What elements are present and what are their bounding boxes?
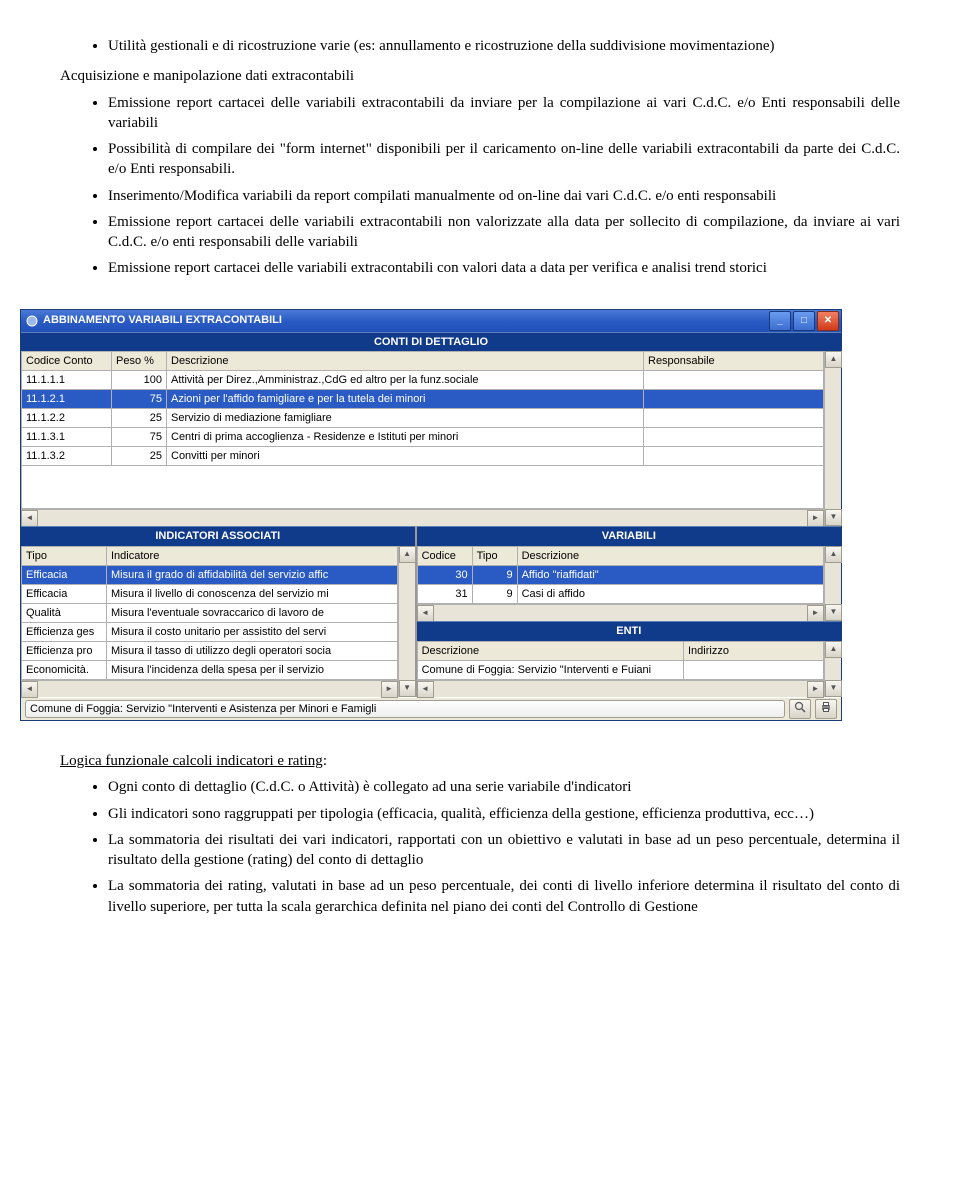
table-row[interactable]: Comune di Foggia: Servizio "Interventi e… <box>417 661 823 680</box>
h-scrollbar[interactable]: ◄ ► <box>21 680 398 697</box>
scroll-up-icon[interactable]: ▲ <box>825 641 842 658</box>
table-row[interactable]: 11.1.2.175Azioni per l'affido famigliare… <box>22 390 824 409</box>
bullet: Emissione report cartacei delle variabil… <box>108 93 900 134</box>
bullet: Emissione report cartacei delle variabil… <box>108 212 900 253</box>
table-header-row: Codice Conto Peso % Descrizione Responsa… <box>22 352 824 371</box>
scroll-left-icon[interactable]: ◄ <box>417 605 434 622</box>
table-row[interactable]: 11.1.1.1100Attività per Direz.,Amministr… <box>22 371 824 390</box>
scroll-left-icon[interactable]: ◄ <box>417 681 434 698</box>
table-row[interactable]: 11.1.3.175Centri di prima accoglienza - … <box>22 428 824 447</box>
col-desc[interactable]: Descrizione <box>167 352 644 371</box>
status-text: Comune di Foggia: Servizio "Interventi e… <box>25 700 785 718</box>
panel-header-variabili: VARIABILI <box>417 526 841 546</box>
col-peso[interactable]: Peso % <box>112 352 167 371</box>
panel-header-conti: CONTI DI DETTAGLIO <box>21 332 841 352</box>
lookup-button[interactable] <box>789 699 811 719</box>
table-row[interactable]: Efficienza gesMisura il costo unitario p… <box>22 623 398 642</box>
table-row[interactable]: 319Casi di affido <box>417 585 823 604</box>
app-icon <box>25 314 39 328</box>
bullet: Possibilità di compilare dei "form inter… <box>108 139 900 180</box>
close-button[interactable]: ✕ <box>817 311 839 331</box>
h-scrollbar[interactable]: ◄ ► <box>417 680 824 697</box>
bullets-top: Utilità gestionali e di ricostruzione va… <box>60 36 900 56</box>
col-resp[interactable]: Responsabile <box>644 352 824 371</box>
v-scrollbar[interactable]: ▲ ▼ <box>824 351 841 526</box>
panel-header-enti: ENTI <box>417 621 841 641</box>
bullet: Inserimento/Modifica variabili da report… <box>108 186 900 206</box>
col-codice[interactable]: Codice Conto <box>22 352 112 371</box>
bullet: Gli indicatori sono raggruppati per tipo… <box>108 804 900 824</box>
indicatori-table: TipoIndicatore EfficaciaMisura il grado … <box>21 546 398 680</box>
print-button[interactable] <box>815 699 837 719</box>
table-row[interactable]: 11.1.3.225Convitti per minori <box>22 447 824 466</box>
scroll-up-icon[interactable]: ▲ <box>825 546 842 563</box>
scroll-left-icon[interactable]: ◄ <box>21 510 38 527</box>
scroll-up-icon[interactable]: ▲ <box>825 351 842 368</box>
col-tipo[interactable]: Tipo <box>472 547 517 566</box>
bullets-section1: Emissione report cartacei delle variabil… <box>60 93 900 279</box>
maximize-button[interactable]: □ <box>793 311 815 331</box>
printer-icon <box>820 701 832 718</box>
table-row[interactable]: QualitàMisura l'eventuale sovraccarico d… <box>22 604 398 623</box>
col-codice[interactable]: Codice <box>417 547 472 566</box>
table-row[interactable]: Economicità.Misura l'incidenza della spe… <box>22 661 398 680</box>
window-titlebar[interactable]: ABBINAMENTO VARIABILI EXTRACONTABILI _ □… <box>21 310 841 332</box>
col-indirizzo[interactable]: Indirizzo <box>684 642 824 661</box>
app-window: ABBINAMENTO VARIABILI EXTRACONTABILI _ □… <box>20 309 842 722</box>
scroll-down-icon[interactable]: ▼ <box>825 509 842 526</box>
table-row[interactable]: EfficaciaMisura il grado di affidabilità… <box>22 566 398 585</box>
scroll-left-icon[interactable]: ◄ <box>21 681 38 698</box>
scroll-right-icon[interactable]: ► <box>807 605 824 622</box>
col-desc[interactable]: Descrizione <box>517 547 823 566</box>
table-row[interactable]: EfficaciaMisura il livello di conoscenza… <box>22 585 398 604</box>
table-row[interactable]: 309Affido "riaffidati" <box>417 566 823 585</box>
scroll-down-icon[interactable]: ▼ <box>825 604 842 621</box>
v-scrollbar[interactable]: ▲ ▼ <box>824 546 841 621</box>
col-tipo[interactable]: Tipo <box>22 547 107 566</box>
v-scrollbar[interactable]: ▲ ▼ <box>824 641 841 697</box>
scroll-down-icon[interactable]: ▼ <box>825 680 842 697</box>
section2-title: Logica funzionale calcoli indicatori e r… <box>60 751 900 771</box>
bullet: La sommatoria dei risultati dei vari ind… <box>108 830 900 871</box>
scroll-right-icon[interactable]: ► <box>807 681 824 698</box>
h-scrollbar[interactable]: ◄ ► <box>21 509 824 526</box>
col-indicatore[interactable]: Indicatore <box>107 547 398 566</box>
scroll-up-icon[interactable]: ▲ <box>399 546 416 563</box>
bullet: La sommatoria dei rating, valutati in ba… <box>108 876 900 917</box>
bullets-section2: Ogni conto di dettaglio (C.d.C. o Attivi… <box>60 777 900 917</box>
scroll-right-icon[interactable]: ► <box>381 681 398 698</box>
table-row[interactable]: 11.1.2.225Servizio di mediazione famigli… <box>22 409 824 428</box>
status-bar: Comune di Foggia: Servizio "Interventi e… <box>21 697 841 720</box>
minimize-button[interactable]: _ <box>769 311 791 331</box>
search-icon <box>794 701 806 718</box>
enti-table: DescrizioneIndirizzo Comune di Foggia: S… <box>417 641 824 680</box>
variabili-table: CodiceTipoDescrizione 309Affido "riaffid… <box>417 546 824 604</box>
col-desc[interactable]: Descrizione <box>417 642 683 661</box>
table-row[interactable]: Efficienza proMisura il tasso di utilizz… <box>22 642 398 661</box>
scroll-down-icon[interactable]: ▼ <box>399 680 416 697</box>
bullet: Emissione report cartacei delle variabil… <box>108 258 900 278</box>
section1-title: Acquisizione e manipolazione dati extrac… <box>60 66 900 86</box>
bullet: Ogni conto di dettaglio (C.d.C. o Attivi… <box>108 777 900 797</box>
conti-table: Codice Conto Peso % Descrizione Responsa… <box>21 351 824 509</box>
window-title: ABBINAMENTO VARIABILI EXTRACONTABILI <box>43 313 767 328</box>
h-scrollbar[interactable]: ◄ ► <box>417 604 824 621</box>
bullet: Utilità gestionali e di ricostruzione va… <box>108 36 900 56</box>
panel-header-indicatori: INDICATORI ASSOCIATI <box>21 526 415 546</box>
scroll-right-icon[interactable]: ► <box>807 510 824 527</box>
v-scrollbar[interactable]: ▲ ▼ <box>398 546 415 697</box>
